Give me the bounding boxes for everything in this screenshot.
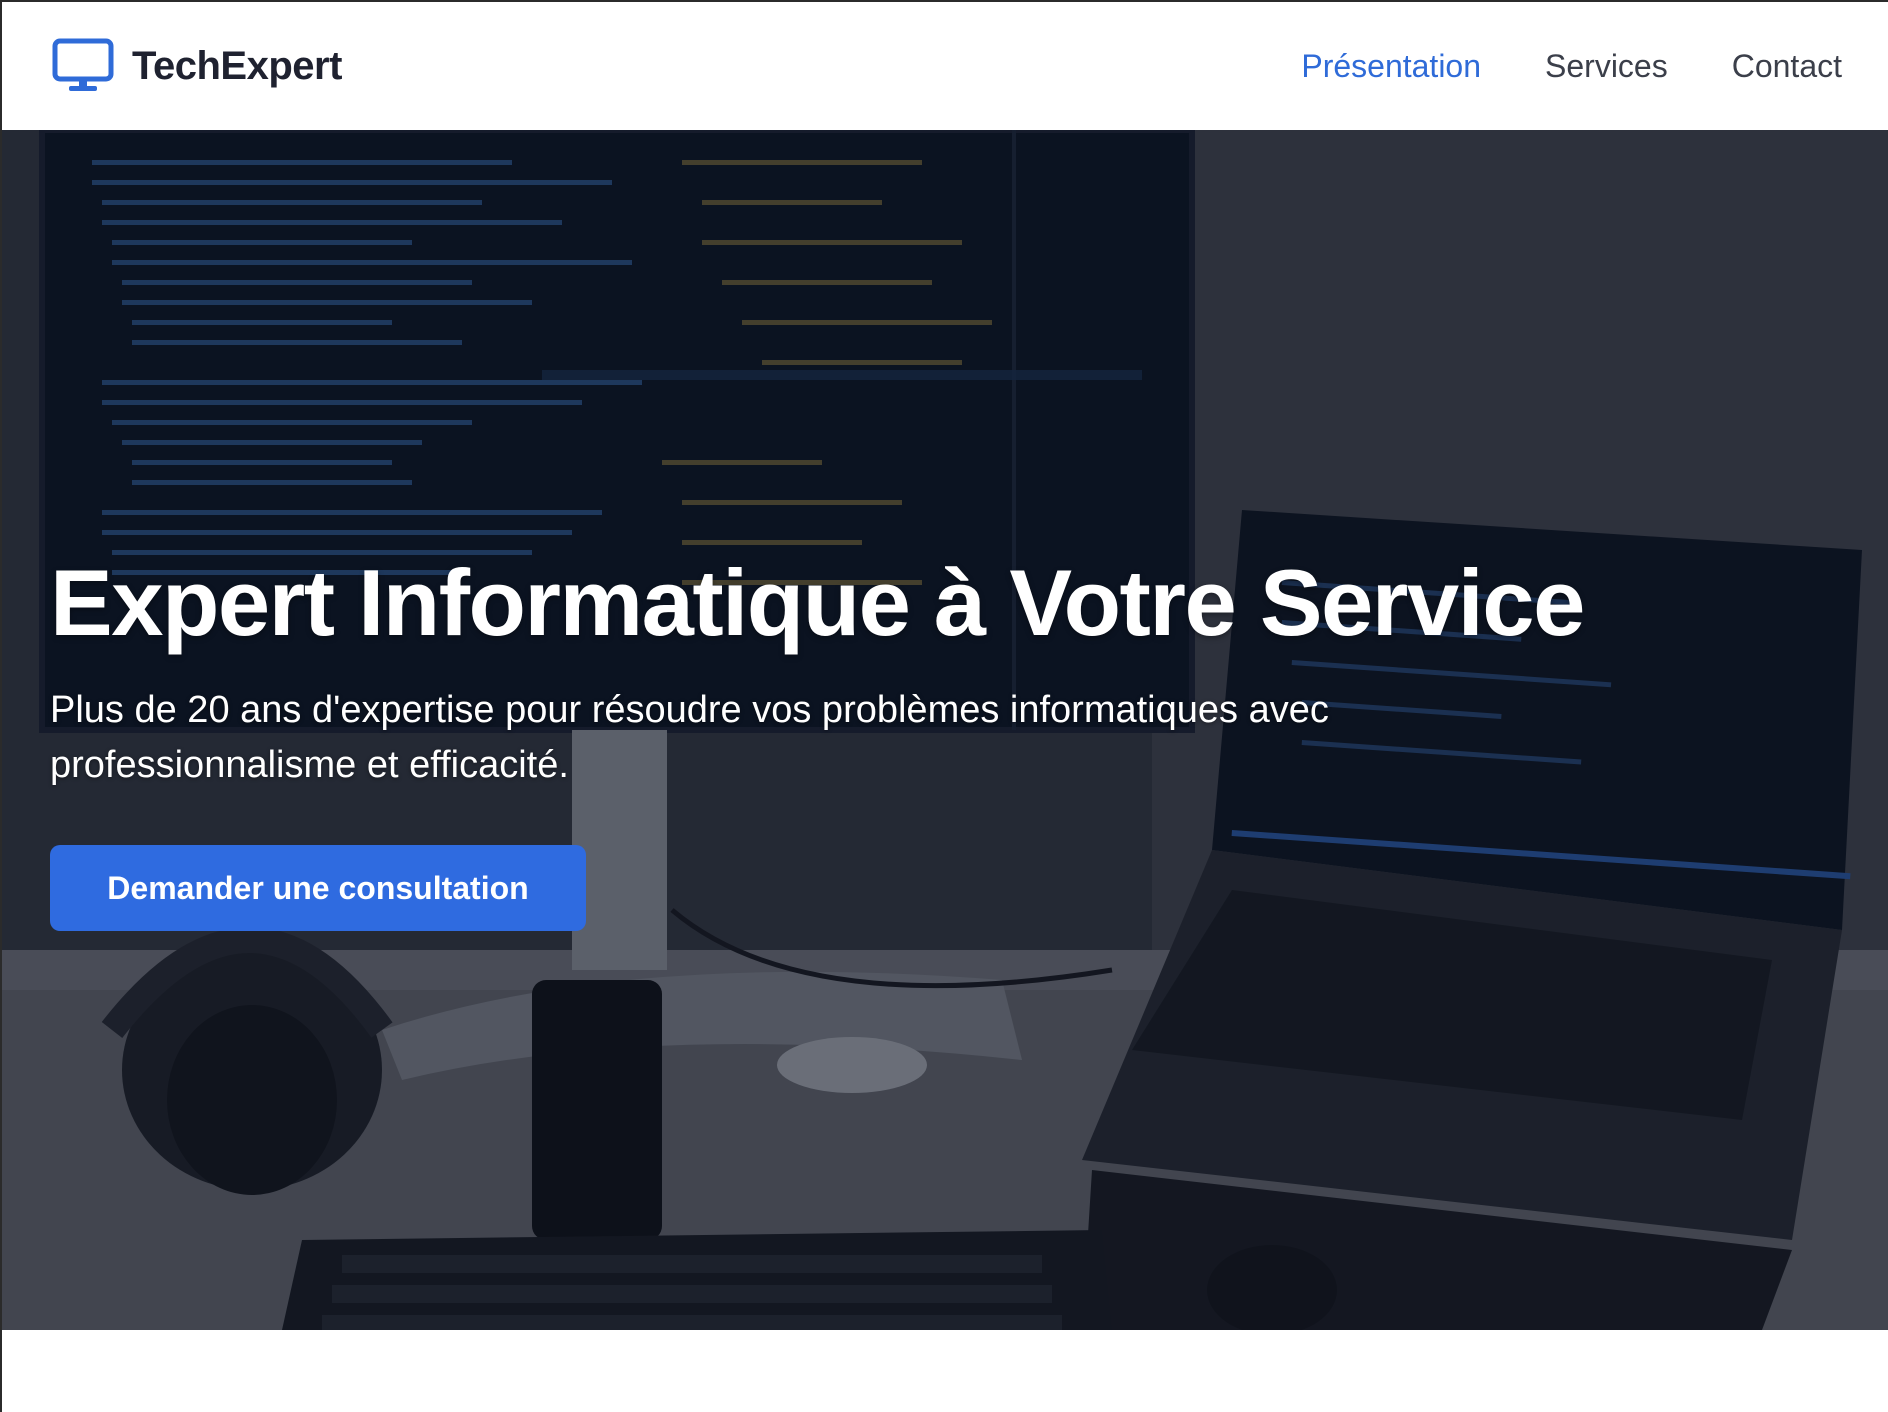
hero-content: Expert Informatique à Votre Service Plus… [50,550,1650,932]
nav-link-presentation[interactable]: Présentation [1301,48,1481,85]
consultation-button[interactable]: Demander une consultation [50,845,586,932]
hero-title: Expert Informatique à Votre Service [50,550,1585,655]
main-nav: Présentation Services Contact [1301,48,1842,85]
brand[interactable]: TechExpert [52,38,342,94]
site-header: TechExpert Présentation Services Contact [2,2,1888,130]
monitor-icon [52,38,114,94]
nav-link-contact[interactable]: Contact [1732,48,1842,85]
hero-section: Expert Informatique à Votre Service Plus… [2,130,1888,1330]
page-below-hero [2,1330,1888,1412]
nav-link-services[interactable]: Services [1545,48,1668,85]
hero-subtitle: Plus de 20 ans d'expertise pour résoudre… [50,689,1329,787]
brand-name: TechExpert [132,43,342,88]
